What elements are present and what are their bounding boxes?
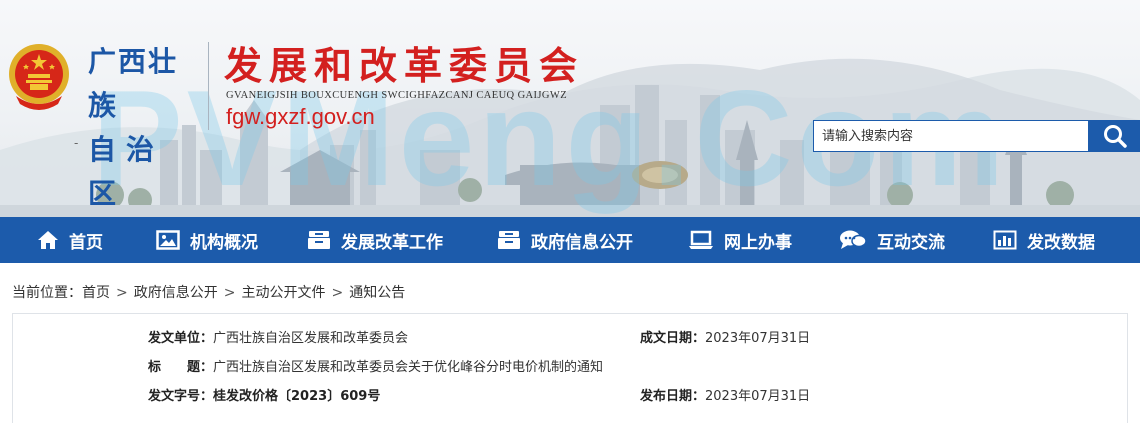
nav-item-label: 机构概况 xyxy=(190,232,258,253)
nav-item-label: 政府信息公开 xyxy=(531,232,633,253)
issuer-row: 发文单位：广西壮族自治区发展和改革委员会 xyxy=(148,329,408,349)
nav-item-label: 发改数据 xyxy=(1027,232,1095,253)
cabinet-icon xyxy=(498,231,520,249)
nav-item-label: 发展改革工作 xyxy=(341,232,443,253)
nav-item-home[interactable]: 首页 xyxy=(37,217,103,263)
breadcrumb-separator: > xyxy=(331,285,344,301)
region-name: 广西壮族 自治区 xyxy=(88,40,200,216)
nav-item-reform-work[interactable]: 发展改革工作 xyxy=(307,217,443,263)
doc-number-value: 桂发改价格〔2023〕609号 xyxy=(213,389,381,404)
search-icon xyxy=(1103,125,1127,148)
doc-number-row: 发文字号：桂发改价格〔2023〕609号 xyxy=(148,387,380,407)
nav-item-about[interactable]: 机构概况 xyxy=(156,217,258,263)
published-date-row: 发布日期：2023年07月31日 xyxy=(640,387,810,407)
site-header: PVMeng.Com 广西壮族 自治区 发展和改革委员会 GVANEIGJSIH… xyxy=(0,0,1140,217)
picture-icon xyxy=(156,230,180,250)
doc-number-label: 发文字号： xyxy=(148,389,214,404)
breadcrumb-item-notices[interactable]: 通知公告 xyxy=(349,285,405,301)
title-value: 广西壮族自治区发展和改革委员会关于优化峰谷分时电价机制的通知 xyxy=(213,360,604,375)
site-url[interactable]: fgw.gxzf.gov.cn xyxy=(226,104,375,130)
national-emblem-icon xyxy=(9,44,69,110)
org-subtitle: GVANEIGJSIH BOUXCUENGH SWCIGHFAZCANJ CAE… xyxy=(226,90,568,101)
nav-item-gov-info[interactable]: 政府信息公开 xyxy=(497,217,633,263)
breadcrumb: 当前位置：首页 > 政府信息公开 > 主动公开文件 > 通知公告 xyxy=(12,281,405,305)
nav-item-online-service[interactable]: 网上办事 xyxy=(688,217,792,263)
nav-item-interaction[interactable]: 互动交流 xyxy=(839,217,945,263)
region-name-line2: 自治区 xyxy=(88,133,165,210)
breadcrumb-prefix: 当前位置： xyxy=(12,285,82,301)
published-date-label: 发布日期： xyxy=(640,389,706,404)
small-mark: - xyxy=(74,136,79,150)
bar-chart-icon xyxy=(993,230,1017,250)
cabinet-icon xyxy=(308,231,330,249)
breadcrumb-separator: > xyxy=(223,285,236,301)
breadcrumb-item-gov-info[interactable]: 政府信息公开 xyxy=(134,285,218,301)
header-divider xyxy=(208,42,209,130)
chat-icon xyxy=(840,230,867,249)
search-button[interactable] xyxy=(1089,120,1140,152)
home-icon xyxy=(38,231,58,249)
issuer-label: 发文单位： xyxy=(148,331,214,346)
breadcrumb-separator: > xyxy=(116,285,128,301)
main-nav: 首页 机构概况 发展改革工作 政府信息公开 网上办事 互动交流 发改数据 xyxy=(0,217,1140,263)
org-title: 发展和改革委员会 xyxy=(224,43,585,88)
nav-item-label: 网上办事 xyxy=(724,232,792,253)
published-date-value: 2023年07月31日 xyxy=(705,389,811,404)
breadcrumb-item-home[interactable]: 首页 xyxy=(82,285,110,301)
document-info-panel: 发文单位：广西壮族自治区发展和改革委员会 成文日期：2023年07月31日 标 … xyxy=(12,313,1128,423)
issuer-value: 广西壮族自治区发展和改革委员会 xyxy=(213,331,409,346)
nav-item-data[interactable]: 发改数据 xyxy=(993,217,1095,263)
nav-item-label: 互动交流 xyxy=(877,232,945,253)
title-label: 标 题： xyxy=(148,360,214,375)
region-name-line1: 广西壮族 xyxy=(88,45,179,122)
search-input[interactable] xyxy=(813,120,1089,152)
created-date-row: 成文日期：2023年07月31日 xyxy=(640,329,810,349)
title-row: 标 题：广西壮族自治区发展和改革委员会关于优化峰谷分时电价机制的通知 xyxy=(148,358,603,378)
created-date-value: 2023年07月31日 xyxy=(705,331,811,346)
breadcrumb-item-public-docs[interactable]: 主动公开文件 xyxy=(241,285,325,301)
nav-item-label: 首页 xyxy=(69,232,103,253)
created-date-label: 成文日期： xyxy=(640,331,706,346)
laptop-icon xyxy=(689,230,713,249)
